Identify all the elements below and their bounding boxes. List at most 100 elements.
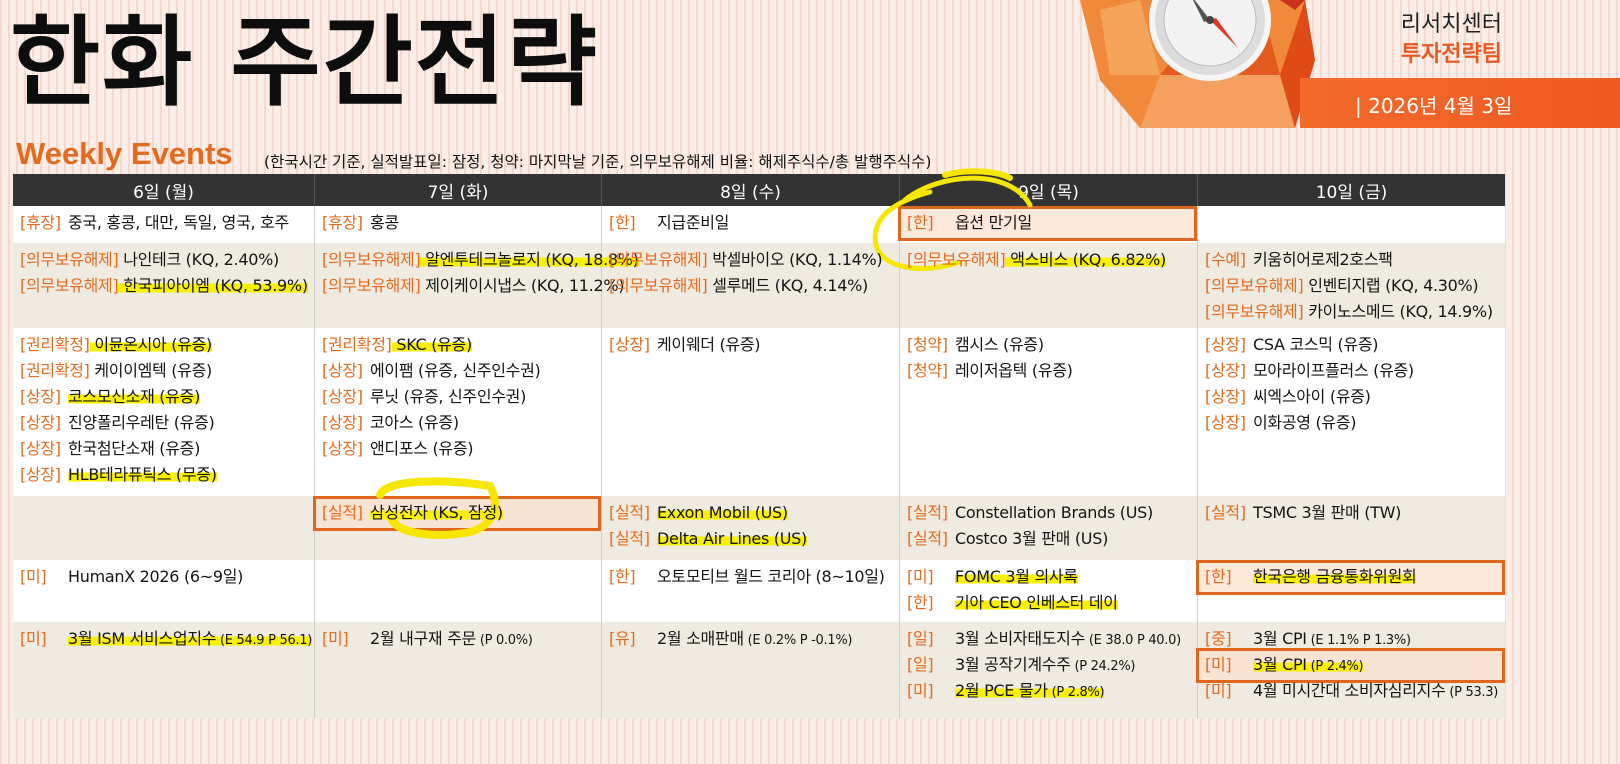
event-item: [미] 3월 ISM 서비스업지수 (E 54.9 P 56.1) bbox=[20, 626, 312, 652]
event-text: 나인테크 (KQ, 2.40%) bbox=[118, 250, 279, 269]
event-tag: [미] bbox=[322, 629, 349, 648]
event-item: [한] 한국은행 금융통화위원회 bbox=[1196, 560, 1505, 595]
event-item: [한] 오토모티브 월드 코리아 (8~10일) bbox=[609, 564, 893, 590]
day-cell: [한] 한국은행 금융통화위원회 bbox=[1196, 560, 1505, 622]
event-tag: [미] bbox=[20, 629, 47, 648]
event-text: 오토모티브 월드 코리아 (8~10일) bbox=[657, 567, 885, 586]
event-tag: [미] bbox=[907, 681, 934, 700]
day-cell: [중] 3월 CPI (E 1.1% P 1.3%) [미] 3월 CPI (P 2.… bbox=[1196, 622, 1505, 719]
event-item: [미] 2월 내구재 주문 (P 0.0%) bbox=[322, 626, 595, 652]
event-tag: [미] bbox=[1205, 655, 1232, 674]
event-item: [의무보유해제] 셀루메드 (KQ, 4.14%) bbox=[609, 273, 893, 299]
event-item: [상장] CSA 코스믹 (유증) bbox=[1205, 332, 1499, 358]
event-tag: [상장] bbox=[20, 387, 61, 406]
event-figures: (P 2.4%) bbox=[1306, 659, 1364, 674]
event-item: [의무보유해제] 알엔투테크놀로지 (KQ, 18.8%) bbox=[322, 247, 639, 273]
event-item: [권리확정] 케이이엠텍 (유증) bbox=[20, 358, 308, 384]
event-text: Exxon Mobil (US) bbox=[657, 503, 788, 522]
event-item: [실적] Exxon Mobil (US) bbox=[609, 500, 893, 526]
event-text: 에이팸 (유증, 신주인수권) bbox=[370, 361, 541, 380]
event-text: 2월 소매판매 (E 0.2% P -0.1%) bbox=[657, 629, 853, 648]
event-text: Delta Air Lines (US) bbox=[657, 529, 807, 548]
event-text: 카이노스메드 (KQ, 14.9%) bbox=[1303, 302, 1493, 321]
event-item: [유] 2월 소매판매 (E 0.2% P -0.1%) bbox=[609, 626, 893, 652]
event-tag: [상장] bbox=[1205, 361, 1246, 380]
event-item: [상장] HLB테라퓨틱스 (무증) bbox=[20, 462, 308, 488]
day-cell: [실적] Exxon Mobil (US) [실적] Delta Air Lines … bbox=[602, 496, 900, 560]
event-text: 한국첨단소재 (유증) bbox=[68, 439, 201, 458]
event-tag: [상장] bbox=[1205, 335, 1246, 354]
event-text: 액스비스 (KQ, 6.82%) bbox=[1005, 250, 1166, 269]
event-item: [상장] 케이웨더 (유증) bbox=[609, 332, 893, 358]
event-item: [권리확정] 이뮨온시아 (유증) bbox=[20, 332, 308, 358]
day-cell: [의무보유해제] 나인테크 (KQ, 2.40%) [의무보유해제] 한국피아이엠… bbox=[13, 243, 315, 328]
event-text: CSA 코스믹 (유증) bbox=[1253, 335, 1379, 354]
event-text: 박셀바이오 (KQ, 1.14%) bbox=[707, 250, 883, 269]
event-text: 3월 CPI (P 2.4%) bbox=[1253, 655, 1364, 674]
event-tag: [실적] bbox=[1205, 503, 1246, 522]
day-cell: [상장] 케이웨더 (유증) bbox=[602, 328, 900, 496]
day-cell: [한] 지급준비일 bbox=[602, 206, 900, 243]
event-tag: [한] bbox=[609, 567, 636, 586]
event-tag: [상장] bbox=[322, 361, 363, 380]
event-tag: [상장] bbox=[322, 413, 363, 432]
day-cell: [실적] TSMC 3월 판매 (TW) bbox=[1198, 496, 1505, 560]
day-cell: [미] FOMC 3월 의사록 [한] 기아 CEO 인베스터 데이 bbox=[900, 560, 1198, 622]
event-item: [의무보유해제] 액스비스 (KQ, 6.82%) bbox=[907, 247, 1191, 273]
event-tag: [한] bbox=[609, 213, 636, 232]
event-tag: [일] bbox=[907, 629, 934, 648]
event-text: 모아라이프플러스 (유증) bbox=[1253, 361, 1414, 380]
event-item: [미] 4월 미시간대 소비자심리지수 (P 53.3) bbox=[1205, 678, 1499, 704]
event-figures: (E 54.9 P 56.1) bbox=[216, 633, 312, 648]
event-item: [상장] 진양폴리우레탄 (유증) bbox=[20, 410, 308, 436]
event-tag: [권리확정] bbox=[20, 361, 90, 380]
event-tag: [한] bbox=[907, 593, 934, 612]
event-item: [한] 지급준비일 bbox=[609, 210, 893, 236]
event-item: [상장] 루닛 (유증, 신주인수권) bbox=[322, 384, 595, 410]
event-item: [청약] 레이저옵텍 (유증) bbox=[907, 358, 1191, 384]
event-text: Costco 3월 판매 (US) bbox=[955, 529, 1109, 548]
event-item: [미] 2월 PCE 물가 (P 2.8%) bbox=[907, 678, 1191, 704]
event-text: 인벤티지랩 (KQ, 4.30%) bbox=[1303, 276, 1479, 295]
event-item: [권리확정] SKC (유증) bbox=[322, 332, 595, 358]
day-cell: [권리확정] 이뮨온시아 (유증) [권리확정] 케이이엠텍 (유증) [상장] 코스… bbox=[13, 328, 315, 496]
day-cell: [미] HumanX 2026 (6~9일) bbox=[13, 560, 315, 622]
event-text: 4월 미시간대 소비자심리지수 (P 53.3) bbox=[1253, 681, 1498, 700]
day-cell: [미] 2월 내구재 주문 (P 0.0%) bbox=[315, 622, 602, 719]
event-item: [실적] 삼성전자 (KS, 잠정) bbox=[313, 496, 601, 531]
event-item: [상장] 코스모신소재 (유증) bbox=[20, 384, 308, 410]
event-tag: [의무보유해제] bbox=[20, 250, 119, 269]
report-date: | 2026년 4월 3일 bbox=[1355, 94, 1513, 118]
event-item: [상장] 앤디포스 (유증) bbox=[322, 436, 595, 462]
event-text: 지급준비일 bbox=[657, 213, 730, 232]
event-tag: [실적] bbox=[322, 503, 363, 522]
event-text: 이뮨온시아 (유증) bbox=[89, 335, 212, 354]
event-text: 진양폴리우레탄 (유증) bbox=[68, 413, 215, 432]
day-cell: [청약] 캠시스 (유증) [청약] 레이저옵텍 (유증) bbox=[900, 328, 1198, 496]
event-item: [의무보유해제] 한국피아이엠 (KQ, 53.9%) bbox=[20, 273, 308, 299]
event-figures: (P 0.0%) bbox=[475, 633, 533, 648]
event-item: [한] 기아 CEO 인베스터 데이 bbox=[907, 590, 1191, 616]
event-tag: [청약] bbox=[907, 335, 948, 354]
event-tag: [실적] bbox=[907, 503, 948, 522]
day-header-fri: 10일 (금) bbox=[1198, 174, 1505, 206]
event-tag: [수예] bbox=[1205, 250, 1246, 269]
event-tag: [의무보유해제] bbox=[322, 276, 421, 295]
event-text: 루닛 (유증, 신주인수권) bbox=[370, 387, 527, 406]
day-cell: [유] 2월 소매판매 (E 0.2% P -0.1%) bbox=[602, 622, 900, 719]
event-tag: [유] bbox=[609, 629, 636, 648]
day-cell: [일] 3월 소비자태도지수 (E 38.0 P 40.0) [일] 3월 공작기계수… bbox=[900, 622, 1198, 719]
event-tag: [청약] bbox=[907, 361, 948, 380]
event-text: TSMC 3월 판매 (TW) bbox=[1253, 503, 1402, 522]
event-tag: [실적] bbox=[907, 529, 948, 548]
event-item: [의무보유해제] 나인테크 (KQ, 2.40%) bbox=[20, 247, 308, 273]
section-title: Weekly Events bbox=[16, 136, 233, 171]
day-header-thu: 9일 (목) bbox=[900, 174, 1198, 206]
day-header-wed: 8일 (수) bbox=[602, 174, 900, 206]
event-text: 옵션 만기일 bbox=[955, 213, 1032, 232]
event-item: [상장] 에이팸 (유증, 신주인수권) bbox=[322, 358, 595, 384]
event-item: [일] 3월 소비자태도지수 (E 38.0 P 40.0) bbox=[907, 626, 1191, 652]
event-text: 2월 PCE 물가 (P 2.8%) bbox=[955, 681, 1105, 700]
day-cell bbox=[315, 560, 602, 622]
event-tag: [권리확정] bbox=[20, 335, 90, 354]
